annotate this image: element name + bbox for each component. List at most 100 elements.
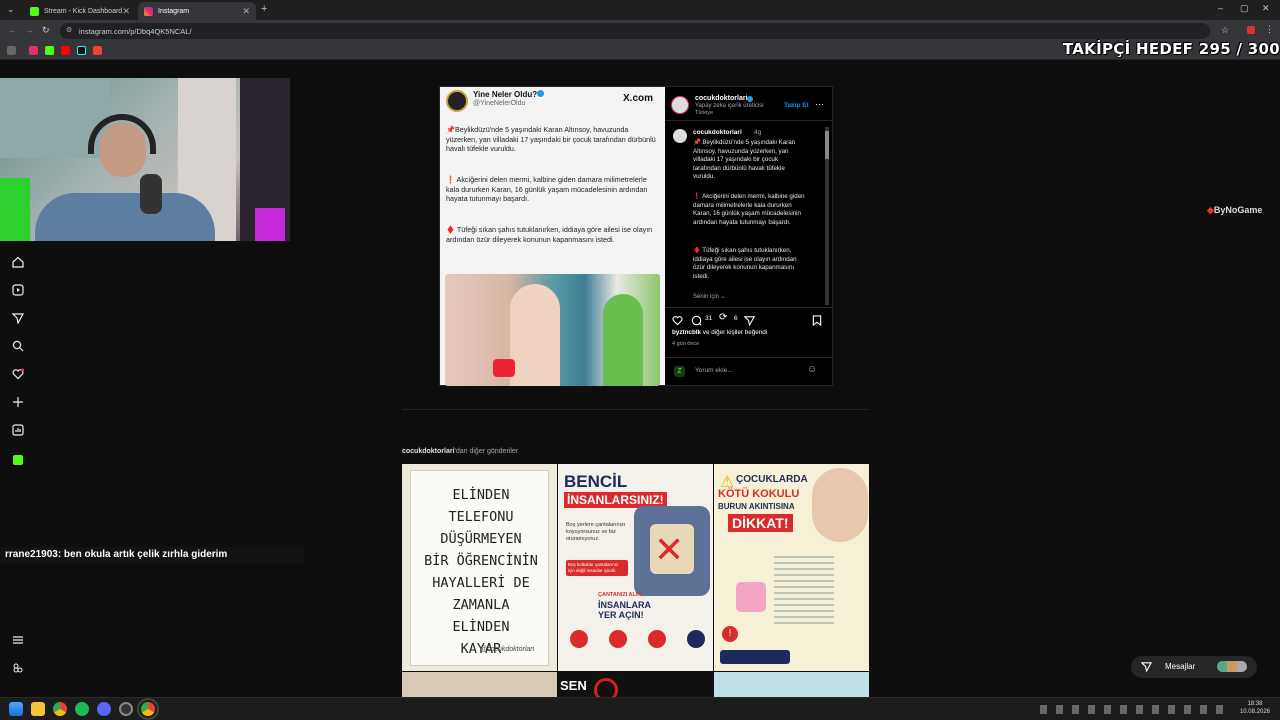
row2-text: SEN bbox=[560, 678, 587, 693]
account-avatar bbox=[446, 90, 468, 112]
search-icon[interactable] bbox=[10, 340, 26, 356]
g2-badge: Boş koltuklar çantalarınız için değil in… bbox=[566, 560, 628, 576]
apps-icon[interactable] bbox=[7, 46, 16, 55]
kick-bookmark-icon[interactable] bbox=[45, 46, 54, 55]
file-explorer-icon[interactable] bbox=[31, 702, 45, 716]
author-subtitle: Yapay zeka içerik üreticisi bbox=[695, 103, 764, 109]
author-avatar[interactable] bbox=[671, 96, 689, 114]
chrome-icon[interactable] bbox=[53, 702, 67, 716]
instagram-bookmark-icon[interactable] bbox=[29, 46, 38, 55]
close-window-icon[interactable]: ✕ bbox=[1262, 3, 1270, 14]
chrome-active-icon[interactable] bbox=[137, 698, 159, 720]
tissues-illustration bbox=[736, 582, 766, 612]
g2-cta-1: ÇANTANIZI ALIN, bbox=[598, 592, 643, 598]
tab-search-icon[interactable]: ⌄ bbox=[7, 4, 15, 15]
minimize-icon[interactable]: – bbox=[1218, 3, 1223, 13]
back-icon[interactable]: ← bbox=[8, 25, 17, 35]
verified-icon bbox=[747, 96, 753, 102]
webcam-green-light bbox=[0, 178, 30, 241]
url-input[interactable]: ⚙ instagram.com/p/Dbq4QK5NCAL/ bbox=[60, 23, 1210, 39]
grid-post-bags[interactable]: BENCİL İNSANLARSINIZ! Boş yerlere çantal… bbox=[558, 464, 713, 671]
grid-post-row2-2[interactable]: SEN bbox=[558, 672, 713, 702]
clock-time: 18:38 bbox=[1247, 701, 1263, 707]
home-icon[interactable] bbox=[10, 256, 26, 272]
forward-icon[interactable]: → bbox=[25, 25, 34, 35]
stream-chat-message: rrane21903: ben okula artık çelik zırhla… bbox=[0, 547, 304, 564]
heart-icon[interactable] bbox=[10, 368, 26, 384]
more-posts-label: cocukdoktorlari'dan diğer gönderiler bbox=[402, 448, 518, 455]
kick-icon[interactable] bbox=[10, 452, 26, 468]
grid-post-row2-1[interactable] bbox=[402, 672, 557, 697]
taskbar-clock[interactable]: 18:38 10.08.2026 bbox=[1240, 700, 1270, 716]
actions-divider bbox=[665, 307, 832, 308]
spotify-icon[interactable] bbox=[75, 702, 89, 716]
discord-icon[interactable] bbox=[97, 702, 111, 716]
grid-post-handwritten[interactable]: ELİNDEN TELEFONU DÜŞÜRMEYEN BİR ÖĞRENCİNİN H… bbox=[402, 464, 557, 671]
obs-icon[interactable] bbox=[119, 702, 133, 716]
webcam-pink-light bbox=[255, 208, 285, 241]
section-divider bbox=[402, 409, 869, 410]
caption-scrollbar-thumb[interactable] bbox=[825, 131, 829, 159]
liked-by-user[interactable]: byztncblk bbox=[672, 329, 701, 336]
alert-icon: ! bbox=[722, 626, 738, 642]
post-image[interactable]: Yine Neler Oldu? @YineNelerOldu X.com 📌B… bbox=[440, 87, 665, 386]
system-tray-icons[interactable] bbox=[1040, 705, 1230, 714]
comment-input[interactable]: Yorum ekle... bbox=[695, 367, 805, 374]
extension-icon[interactable] bbox=[1247, 26, 1255, 34]
messages-button[interactable]: Mesajlar bbox=[1131, 656, 1257, 678]
youtube-bookmark-icon[interactable] bbox=[61, 46, 70, 55]
tiktok-bookmark-icon[interactable] bbox=[77, 46, 86, 55]
url-text: instagram.com/p/Dbq4QK5NCAL/ bbox=[79, 27, 192, 36]
tab-kick-dashboard[interactable]: Stream - Kick Dashboard ✕ bbox=[24, 2, 136, 20]
info-text-block bbox=[774, 556, 834, 626]
browser-tab-bar: ⌄ Stream - Kick Dashboard ✕ Instagram ✕ … bbox=[0, 0, 1280, 20]
caption-paragraph-3: ♦️ Tüfeği sıkan şahıs tutuklanırken, idd… bbox=[693, 247, 797, 280]
news-photo bbox=[445, 274, 660, 386]
chat-username: rrane21903 bbox=[5, 549, 58, 560]
more-options-icon[interactable]: ⋯ bbox=[815, 99, 824, 110]
menu-icon[interactable] bbox=[10, 634, 26, 650]
caption-username[interactable]: cocukdoktorlari bbox=[693, 129, 742, 136]
gmail-bookmark-icon[interactable] bbox=[93, 46, 102, 55]
meta-icon[interactable] bbox=[10, 662, 26, 678]
emoji-icon[interactable]: ☺ bbox=[807, 364, 817, 375]
webcam-microphone bbox=[140, 174, 162, 214]
close-tab-icon[interactable]: ✕ bbox=[122, 6, 130, 17]
handwritten-line: HAYALLERİ DE bbox=[432, 575, 530, 591]
follow-button[interactable]: Takip Et bbox=[784, 102, 809, 109]
tab-instagram[interactable]: Instagram ✕ bbox=[138, 2, 256, 20]
repost-icon[interactable]: ⟳ bbox=[719, 312, 727, 323]
repost-count: 6 bbox=[734, 315, 738, 322]
bookmark-star-icon[interactable]: ☆ bbox=[1221, 25, 1229, 36]
verified-icon bbox=[537, 90, 544, 97]
reload-icon[interactable]: ↻ bbox=[42, 25, 50, 36]
new-tab-icon[interactable]: + bbox=[261, 3, 267, 15]
author-location: Türkiye bbox=[695, 110, 714, 116]
image-handle: @YineNelerOldu bbox=[473, 100, 526, 107]
plus-icon[interactable] bbox=[10, 396, 26, 412]
windows-start-icon[interactable] bbox=[9, 702, 23, 716]
browser-menu-icon[interactable]: ⋮ bbox=[1265, 24, 1274, 35]
send-icon[interactable] bbox=[10, 312, 26, 328]
more-posts-user[interactable]: cocukdoktorlari bbox=[402, 448, 455, 455]
for-you-link[interactable]: Senin için ⌄ bbox=[693, 293, 726, 300]
maximize-icon[interactable]: ▢ bbox=[1240, 3, 1249, 14]
grid-post-nose[interactable]: ⚠ ÇOCUKLARDA KÖTÜ KOKULU BURUN AKINTISIN… bbox=[714, 464, 869, 671]
g2-text: Boş yerlere çantalarınızı koyuyorsunuz v… bbox=[566, 522, 626, 542]
commenter-avatar: Z bbox=[674, 366, 685, 377]
grid-post-row2-3[interactable] bbox=[714, 672, 869, 697]
save-icon[interactable] bbox=[812, 313, 822, 331]
close-tab-icon[interactable]: ✕ bbox=[242, 6, 250, 17]
g2-title-1: BENCİL bbox=[564, 472, 628, 491]
instagram-post: Yine Neler Oldu? @YineNelerOldu X.com 📌B… bbox=[439, 86, 833, 386]
comment-count: 31 bbox=[705, 315, 713, 322]
cross-icon: ✕ bbox=[654, 529, 685, 570]
caption-paragraph-2: ❗ Akciğerini delen mermi, kalbine giden … bbox=[693, 193, 805, 226]
caption-avatar[interactable] bbox=[673, 129, 687, 143]
dashboard-icon[interactable] bbox=[10, 424, 26, 440]
reels-icon[interactable] bbox=[10, 284, 26, 300]
person-icon bbox=[570, 630, 588, 648]
author-username[interactable]: cocukdoktorlari bbox=[695, 95, 748, 102]
site-info-icon[interactable]: ⚙ bbox=[66, 26, 72, 34]
handwritten-line: TELEFONU bbox=[448, 509, 514, 525]
